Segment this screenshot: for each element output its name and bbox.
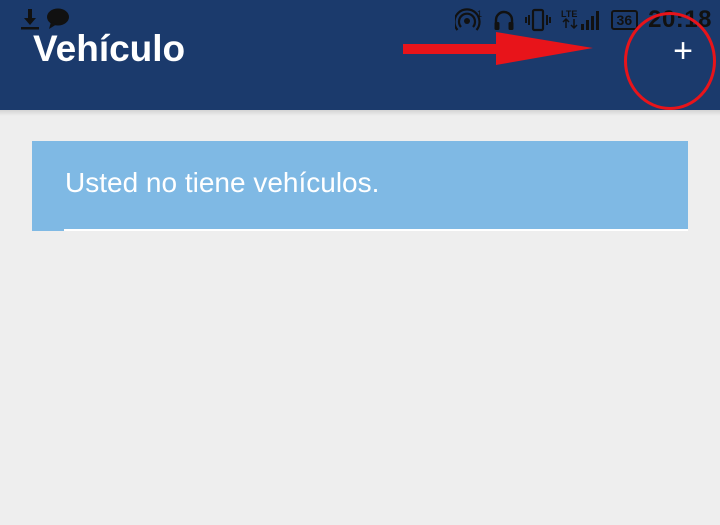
svg-text:1: 1	[477, 9, 482, 19]
battery-indicator: 36	[610, 10, 639, 30]
add-vehicle-button[interactable]: +	[660, 28, 706, 74]
page-title: Vehículo	[33, 28, 186, 69]
empty-state-banner: Usted no tiene vehículos.	[32, 141, 688, 231]
headphones-icon	[493, 9, 515, 31]
add-button-label: +	[673, 32, 693, 70]
vibrate-icon	[524, 8, 551, 32]
plus-icon: +	[673, 32, 693, 70]
hotspot-icon: 1	[454, 8, 483, 32]
download-icon	[20, 8, 40, 30]
chat-bubble-icon	[46, 8, 70, 30]
network-type-label: LTE	[561, 9, 577, 19]
app-bar-shadow	[0, 110, 720, 116]
divider	[64, 229, 688, 231]
empty-state-message: Usted no tiene vehículos.	[65, 167, 380, 198]
lte-signal-icon: LTE	[561, 8, 601, 32]
